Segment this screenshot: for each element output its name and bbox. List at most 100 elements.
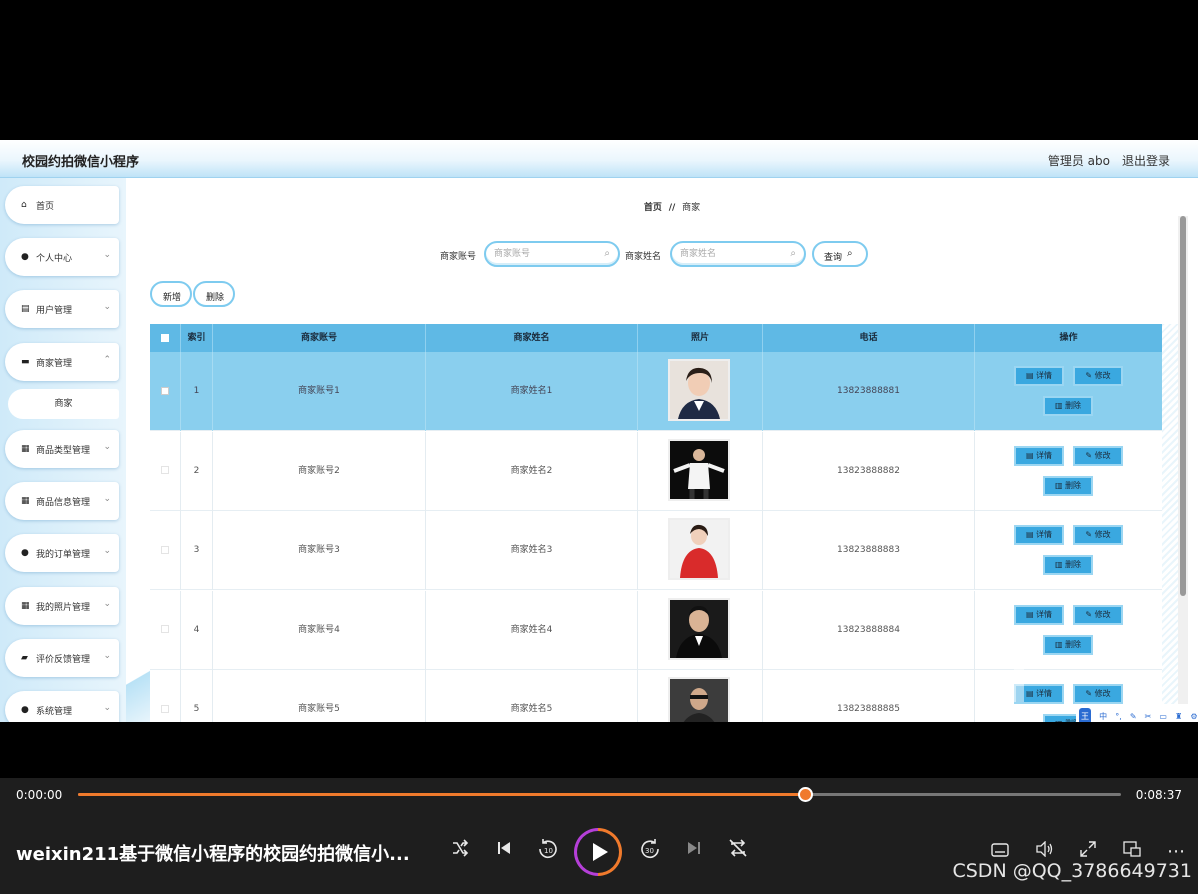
sidebar-item-my-orders[interactable]: ● 我的订单管理 ⌄ [5,534,119,572]
row-checkbox[interactable] [161,704,169,713]
chevron-down-icon: ⌄ [103,599,111,609]
forward-30-icon[interactable]: 30 [636,838,664,866]
cell-index: 4 [181,590,213,670]
video-logo-watermark [906,662,1026,708]
sidebar-item-label: 首页 [36,202,55,212]
detail-button-label: 详情 [1036,371,1053,380]
vertical-scrollbar[interactable] [1178,216,1188,722]
row-checkbox[interactable] [161,545,169,554]
add-button[interactable]: 新增 [150,281,192,307]
row-delete-button[interactable]: ▥ 删除 [1043,475,1093,496]
sidebar-subitem-merchant[interactable]: 商家 [8,389,119,419]
chevron-down-icon: ⌄ [103,442,111,452]
scissors-icon[interactable]: ✂ [1145,708,1152,722]
name-search-label: 商家姓名 [625,252,662,262]
sidebar-item-label: 商品类型管理 [36,446,91,456]
photo-cell [638,590,763,670]
search-icon: ⌕ [847,248,853,259]
sidebar-item-personal-center[interactable]: ● 个人中心 ⌄ [5,238,119,276]
edit-icon: ✎ [1085,609,1095,619]
play-button[interactable] [574,828,622,876]
header-name: 商家姓名 [426,324,638,352]
merchant-photo [668,518,730,580]
scrollbar-thumb[interactable] [1180,216,1186,596]
edit-icon: ✎ [1085,371,1095,380]
edit-button[interactable]: ✎ 修改 [1073,445,1123,466]
row-delete-button[interactable]: ▥ 删除 [1043,634,1093,655]
edit-button[interactable]: ✎ 修改 [1073,366,1123,386]
logout-link[interactable]: 退出登录 [1122,152,1170,169]
bulk-delete-button[interactable]: 删除 [193,281,235,307]
clipboard-icon: ▤ [21,304,30,314]
sidebar-item-my-photos[interactable]: ▦ 我的照片管理 ⌄ [5,587,119,625]
player-controls: 0:00:00 0:08:37 weixin211基于微信小程序的校园约拍微信小… [0,778,1198,894]
merchant-photo-image [670,440,728,499]
sidebar-item-label: 系统管理 [36,707,73,717]
video-player-screen: 校园约拍微信小程序 管理员 abo 退出登录 ⌂ 首页 ● 个人中心 ⌄ ▤ 用… [0,0,1198,894]
skip-next-icon[interactable] [680,838,708,866]
sidebar-item-feedback[interactable]: ▰ 评价反馈管理 ⌄ [5,639,119,677]
row-delete-icon: ▥ [1054,401,1066,410]
account-search-field[interactable]: ⌕ [484,241,620,267]
detail-button[interactable]: ▤ 详情 [1014,366,1064,386]
pen-icon[interactable]: ✎ [1130,708,1137,722]
keyboard-icon[interactable]: ▭ [1159,708,1167,722]
cell-index: 2 [181,431,213,511]
cell-name: 商家姓名3 [426,511,638,590]
sidebar-item-product-type[interactable]: ▦ 商品类型管理 ⌄ [5,430,119,468]
row-delete-button-label: 删除 [1065,560,1082,569]
decorative-wave [126,650,150,722]
breadcrumb-home[interactable]: 首页 [644,203,662,213]
skip-previous-icon[interactable] [490,838,518,866]
detail-button[interactable]: ▤ 详情 [1014,525,1064,545]
row-delete-button[interactable]: ▥ 删除 [1043,396,1093,416]
shuffle-icon[interactable] [446,838,474,866]
query-button[interactable]: 查询 ⌕ [812,241,868,267]
table-row[interactable]: 3 商家账号3 商家姓名3 13823888883 ▤ 详情 ✎ 修改 ▥ 删除 [150,511,1162,590]
edit-button[interactable]: ✎ 修改 [1073,525,1123,545]
edit-button-label: 修改 [1094,371,1111,380]
cell-account: 商家账号4 [213,590,426,670]
detail-button[interactable]: ▤ 详情 [1014,445,1064,466]
sidebar-item-user-management[interactable]: ▤ 用户管理 ⌄ [5,290,119,328]
progress-handle[interactable] [797,787,813,802]
sidebar-item-label: 商品信息管理 [36,498,91,508]
sidebar-item-label: 我的照片管理 [36,603,91,613]
sidebar-item-home[interactable]: ⌂ 首页 [5,186,119,224]
rewind-10-icon[interactable]: 10 [534,838,562,866]
table-row[interactable]: 4 商家账号4 商家姓名4 13823888884 ▤ 详情 ✎ 修改 ▥ 删除 [150,590,1162,670]
edit-button[interactable]: ✎ 修改 [1073,604,1123,625]
row-checkbox[interactable] [161,386,169,395]
detail-icon: ▤ [1025,371,1037,380]
photo-cell [638,670,763,722]
cell-account: 商家账号1 [213,352,426,431]
svg-text:30: 30 [645,847,654,855]
row-checkbox[interactable] [161,625,169,633]
edit-button[interactable]: ✎ 修改 [1073,684,1123,704]
row-delete-icon: ▥ [1054,639,1066,649]
account-search-input[interactable] [494,243,594,263]
ime-mode-label[interactable]: 中 [1099,708,1107,722]
cell-index: 3 [181,511,213,590]
cell-name: 商家姓名4 [426,590,638,670]
name-search-input[interactable] [680,243,780,263]
sidebar-item-system[interactable]: ● 系统管理 ⌄ [5,691,119,722]
row-checkbox[interactable] [161,466,169,474]
select-all-checkbox[interactable] [161,333,169,342]
breadcrumb-separator: // [668,203,676,213]
row-delete-button[interactable]: ▥ 删除 [1043,555,1093,575]
table-row[interactable]: 1 商家账号1 商家姓名1 13823888881 ▤ 详情 ✎ 修改 ▥ 删除 [150,352,1162,431]
punctuation-icon[interactable]: °, [1115,708,1122,722]
sidebar-item-product-info[interactable]: ▦ 商品信息管理 ⌄ [5,482,119,520]
name-search-field[interactable]: ⌕ [670,241,806,267]
detail-icon: ▤ [1025,530,1037,539]
gear-icon[interactable]: ⚙ [1190,708,1197,722]
sidebar-item-merchant-management[interactable]: ▬ 商家管理 ⌃ [5,343,119,381]
repeat-off-icon[interactable] [724,838,752,866]
sidebar-item-label: 我的订单管理 [36,550,91,560]
progress-bar[interactable] [78,787,1121,802]
table-row[interactable]: 2 商家账号2 商家姓名2 13823888882 ▤ 详情 ✎ 修改 ▥ 删除 [150,431,1162,511]
shirt-icon[interactable]: ♜ [1175,708,1182,722]
photo-cell [638,352,763,431]
detail-button[interactable]: ▤ 详情 [1014,604,1064,625]
